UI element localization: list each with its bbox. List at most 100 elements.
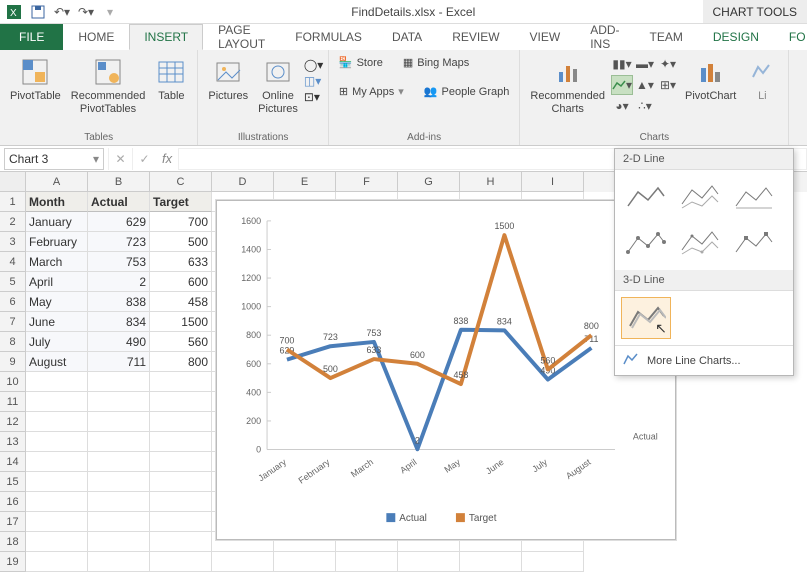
row-header[interactable]: 19 [0, 552, 26, 572]
undo-icon[interactable]: ↶▾ [54, 4, 70, 20]
shapes-icon[interactable]: ◯▾ [304, 58, 322, 72]
cell[interactable]: 753 [88, 252, 150, 272]
cell[interactable] [522, 552, 584, 572]
cell[interactable] [460, 552, 522, 572]
cell[interactable] [88, 392, 150, 412]
cell[interactable]: May [26, 292, 88, 312]
cell[interactable]: June [26, 312, 88, 332]
cell[interactable] [26, 392, 88, 412]
tab-review[interactable]: REVIEW [437, 24, 514, 50]
cell[interactable]: Month [26, 192, 88, 212]
cell[interactable] [88, 452, 150, 472]
cell[interactable] [88, 532, 150, 552]
smartart-icon[interactable]: ◫▾ [304, 74, 322, 88]
pivottable-button[interactable]: PivotTable [6, 54, 65, 105]
cell[interactable]: 629 [88, 212, 150, 232]
name-box[interactable]: Chart 3 ▾ [4, 148, 104, 170]
col-header[interactable]: B [88, 172, 150, 192]
cell[interactable]: 458 [150, 292, 212, 312]
3d-line-chart-option[interactable]: ↖ [621, 297, 671, 339]
cell[interactable] [150, 372, 212, 392]
screenshot-icon[interactable]: ⊡▾ [304, 90, 322, 104]
cell[interactable]: August [26, 352, 88, 372]
cell[interactable] [150, 552, 212, 572]
pie-chart-button[interactable]: ◕▾ [611, 96, 633, 116]
recommended-pivottables-button[interactable]: Recommended PivotTables [67, 54, 150, 118]
fx-icon[interactable]: fx [156, 151, 178, 166]
cell[interactable]: 1500 [150, 312, 212, 332]
pivotchart-button[interactable]: PivotChart [681, 54, 740, 105]
cell[interactable] [150, 532, 212, 552]
cell[interactable] [26, 472, 88, 492]
tab-file[interactable]: FILE [0, 24, 63, 50]
scatter-chart-button[interactable]: ∴▾ [634, 96, 656, 116]
cell[interactable] [150, 412, 212, 432]
cell[interactable] [88, 412, 150, 432]
cell[interactable] [88, 492, 150, 512]
cell[interactable] [26, 492, 88, 512]
cell[interactable]: 500 [150, 232, 212, 252]
tab-data[interactable]: DATA [377, 24, 437, 50]
cell[interactable] [274, 552, 336, 572]
line-sparkline-button[interactable]: Li [742, 54, 782, 105]
row-header[interactable]: 2 [0, 212, 26, 232]
cell[interactable]: 711 [88, 352, 150, 372]
col-header[interactable]: C [150, 172, 212, 192]
row-header[interactable]: 9 [0, 352, 26, 372]
pictures-button[interactable]: Pictures [204, 54, 252, 105]
row-header[interactable]: 17 [0, 512, 26, 532]
more-line-charts-button[interactable]: More Line Charts... [615, 345, 793, 375]
cancel-formula-button[interactable]: ✕ [108, 148, 132, 170]
row-header[interactable]: 11 [0, 392, 26, 412]
tab-page-layout[interactable]: PAGE LAYOUT [203, 24, 280, 50]
tab-addins[interactable]: ADD-INS [575, 24, 634, 50]
cell[interactable] [88, 432, 150, 452]
cell[interactable]: 700 [150, 212, 212, 232]
cell[interactable]: 600 [150, 272, 212, 292]
col-header[interactable]: I [522, 172, 584, 192]
cell[interactable] [26, 552, 88, 572]
redo-icon[interactable]: ↷▾ [78, 4, 94, 20]
cell[interactable] [26, 432, 88, 452]
line-chart-option-1[interactable] [621, 176, 671, 218]
row-header[interactable]: 15 [0, 472, 26, 492]
area-chart-button[interactable]: ▲▾ [634, 75, 656, 95]
cell[interactable] [398, 552, 460, 572]
col-header[interactable]: H [460, 172, 522, 192]
my-apps-button[interactable]: ⊞My Apps▾ [335, 83, 408, 100]
cell[interactable]: 723 [88, 232, 150, 252]
line-chart-option-2[interactable] [675, 176, 725, 218]
cell[interactable]: 834 [88, 312, 150, 332]
recommended-charts-button[interactable]: Recommended Charts [526, 54, 609, 118]
cell[interactable]: March [26, 252, 88, 272]
tab-team[interactable]: TEAM [635, 24, 698, 50]
line-chart-option-6[interactable] [729, 222, 779, 264]
cell[interactable] [26, 452, 88, 472]
cell[interactable] [150, 452, 212, 472]
cell[interactable] [26, 412, 88, 432]
col-header[interactable]: G [398, 172, 460, 192]
col-header[interactable]: F [336, 172, 398, 192]
row-header[interactable]: 10 [0, 372, 26, 392]
row-header[interactable]: 14 [0, 452, 26, 472]
online-pictures-button[interactable]: Online Pictures [254, 54, 302, 118]
row-header[interactable]: 5 [0, 272, 26, 292]
cell[interactable]: 633 [150, 252, 212, 272]
col-header[interactable]: D [212, 172, 274, 192]
cell[interactable] [150, 512, 212, 532]
row-header[interactable]: 1 [0, 192, 26, 212]
cell[interactable]: Actual [88, 192, 150, 212]
row-header[interactable]: 8 [0, 332, 26, 352]
chevron-down-icon[interactable]: ▾ [93, 152, 99, 166]
row-header[interactable]: 18 [0, 532, 26, 552]
cell[interactable] [150, 472, 212, 492]
select-all-corner[interactable] [0, 172, 26, 192]
cell[interactable] [88, 372, 150, 392]
bar-chart-button[interactable]: ▬▾ [634, 54, 656, 74]
embedded-chart[interactable]: 0200400600800100012001400160062972375328… [216, 200, 676, 540]
tab-design[interactable]: DESIGN [698, 24, 774, 50]
tab-insert[interactable]: INSERT [129, 24, 203, 50]
qat-customize-icon[interactable]: ▾ [102, 4, 118, 20]
cell[interactable]: Target [150, 192, 212, 212]
cell[interactable] [88, 472, 150, 492]
